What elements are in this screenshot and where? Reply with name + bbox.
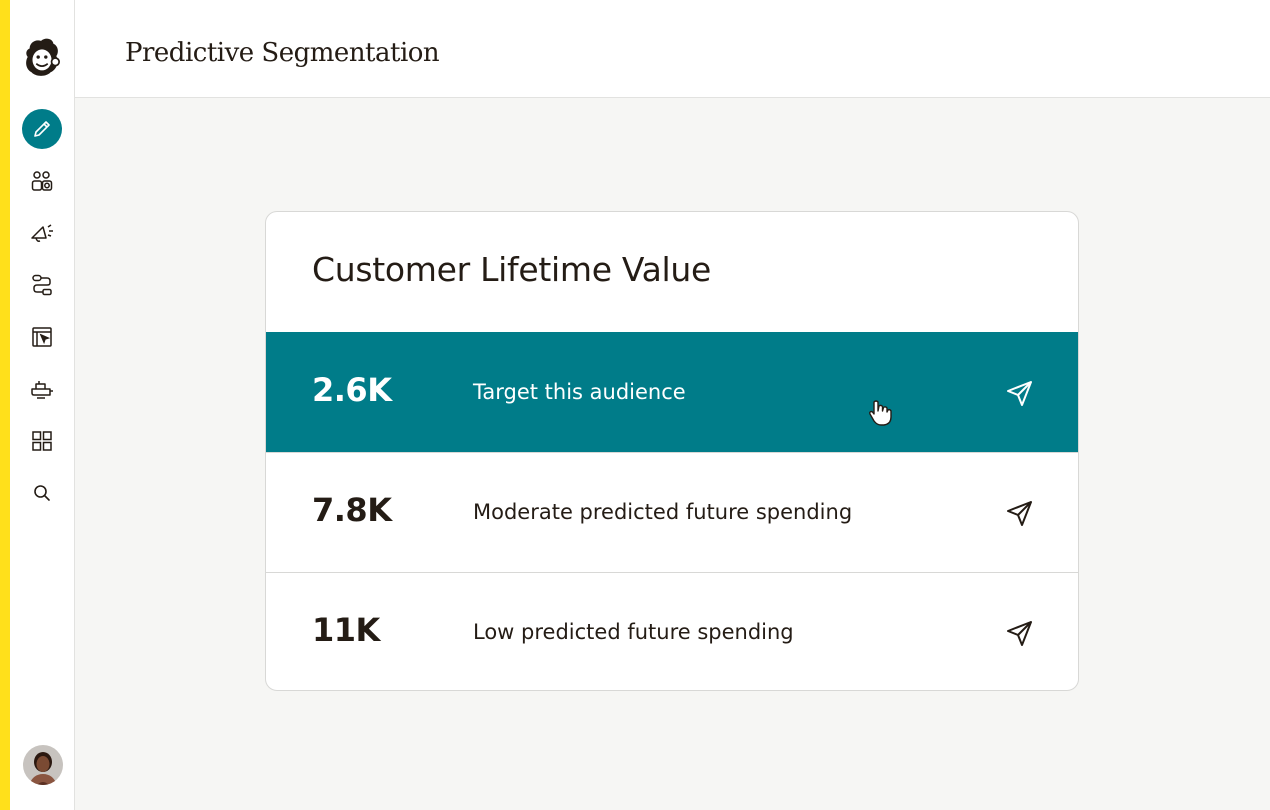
- segment-label: Target this audience: [473, 380, 686, 404]
- mailchimp-logo-icon[interactable]: [22, 38, 62, 78]
- segment-row-moderate[interactable]: 7.8K Moderate predicted future spending: [266, 452, 1078, 572]
- search-icon: [34, 485, 50, 501]
- sidebar-item-website[interactable]: [22, 317, 62, 357]
- sidebar-item-audience[interactable]: [22, 161, 62, 201]
- hand-cursor-icon: [866, 398, 896, 428]
- page-header: Predictive Segmentation: [75, 0, 1270, 98]
- segment-count: 11K: [312, 611, 380, 649]
- sidebar-item-campaigns[interactable]: [22, 213, 62, 253]
- segment-count: 7.8K: [312, 491, 392, 529]
- sidebar: [10, 0, 75, 810]
- audience-icon: [31, 171, 53, 191]
- segment-row-low[interactable]: 11K Low predicted future spending: [266, 572, 1078, 690]
- automation-flow-icon: [32, 274, 52, 296]
- sidebar-item-automations[interactable]: [22, 265, 62, 305]
- segment-label: Low predicted future spending: [473, 620, 794, 644]
- segment-count: 2.6K: [312, 371, 392, 409]
- app-window: Predictive Segmentation Customer Lifetim…: [0, 0, 1270, 810]
- sidebar-item-content[interactable]: [22, 421, 62, 461]
- brand-strip: [0, 0, 10, 810]
- clv-card: Customer Lifetime Value 2.6K Target this…: [265, 211, 1079, 691]
- card-title: Customer Lifetime Value: [312, 250, 712, 289]
- send-icon[interactable]: [1004, 617, 1036, 649]
- send-icon[interactable]: [1004, 377, 1036, 409]
- sidebar-item-integrations[interactable]: [22, 369, 62, 409]
- grid-icon: [32, 431, 52, 451]
- sidebar-item-create[interactable]: [22, 109, 62, 149]
- megaphone-icon: [31, 224, 53, 242]
- website-cursor-icon: [32, 327, 52, 347]
- page-title: Predictive Segmentation: [125, 38, 440, 68]
- segment-label: Moderate predicted future spending: [473, 500, 853, 524]
- user-avatar[interactable]: [23, 745, 63, 785]
- send-icon[interactable]: [1004, 497, 1036, 529]
- integrations-icon: [31, 381, 53, 399]
- pencil-icon: [34, 121, 50, 137]
- segment-row-high[interactable]: 2.6K Target this audience: [266, 332, 1078, 452]
- sidebar-item-search[interactable]: [22, 473, 62, 513]
